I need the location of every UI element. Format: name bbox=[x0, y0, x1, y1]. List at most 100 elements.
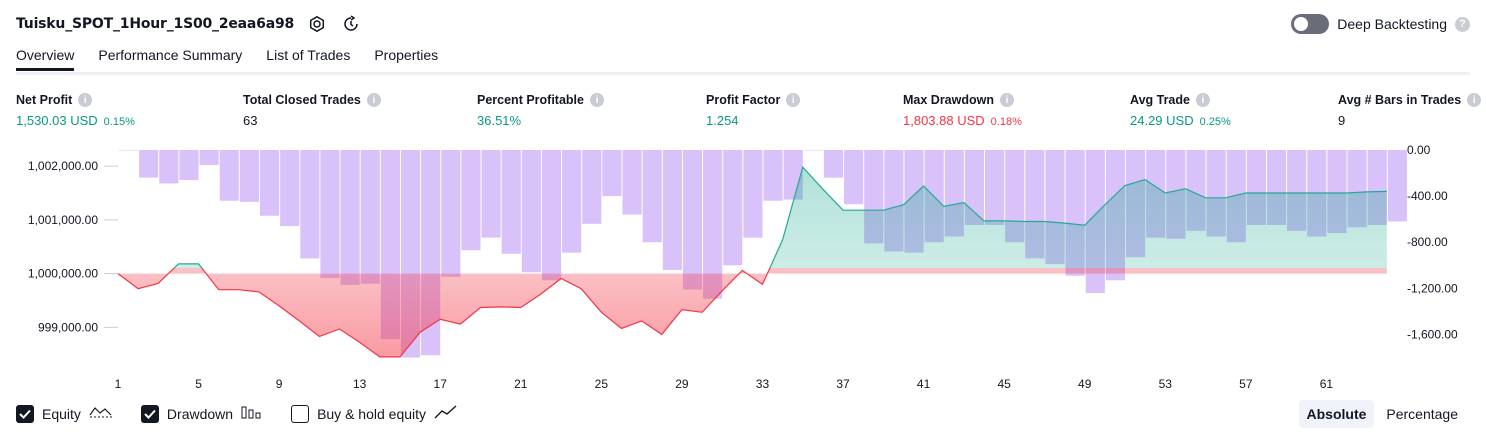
drawdown-bar bbox=[1146, 150, 1166, 238]
legend-drawdown[interactable]: Drawdown bbox=[140, 404, 263, 423]
stat-percent: 0.25% bbox=[1199, 116, 1231, 128]
drawdown-bar bbox=[1166, 150, 1186, 239]
x-axis-tick-label: 57 bbox=[1239, 377, 1253, 391]
stat-value: 36.51% bbox=[477, 113, 522, 128]
drawdown-bar bbox=[964, 150, 985, 225]
tab-bar: Overview Performance Summary List of Tra… bbox=[16, 47, 438, 71]
absolute-button[interactable]: Absolute bbox=[1298, 400, 1375, 428]
drawdown-bar bbox=[219, 150, 239, 201]
drawdown-bar bbox=[803, 150, 823, 151]
percentage-button[interactable]: Percentage bbox=[1378, 400, 1466, 428]
drawdown-bar bbox=[823, 150, 844, 178]
drawdown-bar bbox=[1327, 150, 1347, 234]
tab-performance-summary[interactable]: Performance Summary bbox=[98, 47, 242, 71]
drawdown-bar bbox=[1045, 150, 1065, 265]
info-icon[interactable]: i bbox=[1195, 93, 1210, 107]
stat-label: Net Profit bbox=[16, 93, 73, 107]
drawdown-checkbox[interactable] bbox=[140, 404, 159, 423]
drawdown-bar bbox=[682, 150, 703, 290]
drawdown-bar bbox=[421, 150, 441, 356]
info-icon[interactable]: i bbox=[1467, 93, 1482, 107]
deep-backtesting-toggle[interactable] bbox=[1291, 14, 1330, 34]
drawdown-bar bbox=[723, 150, 743, 266]
info-icon[interactable]: i bbox=[1000, 93, 1014, 107]
chart-legend: Equity Drawdown Buy & hold equity bbox=[16, 404, 458, 423]
drawdown-label: Drawdown bbox=[166, 405, 234, 422]
drawdown-bar bbox=[944, 150, 964, 237]
refresh-icon[interactable] bbox=[340, 13, 362, 35]
right-axis-tick-label: -1,200.00 bbox=[1407, 281, 1458, 295]
x-axis-tick-label: 29 bbox=[675, 377, 689, 391]
drawdown-bar bbox=[461, 150, 481, 251]
drawdown-bar bbox=[441, 150, 461, 277]
info-icon[interactable]: i bbox=[78, 93, 93, 107]
right-axis: 0.00 -400.00 -800.00 -1,200.00 -1,600.00 bbox=[1407, 143, 1458, 341]
legend-equity[interactable]: Equity bbox=[16, 404, 113, 423]
x-axis-tick-label: 21 bbox=[514, 377, 528, 391]
stat-percent-profitable: Percent Profitable i 36.51% bbox=[477, 93, 604, 128]
drawdown-bar bbox=[541, 150, 562, 281]
drawdown-bar bbox=[521, 150, 541, 273]
tab-properties[interactable]: Properties bbox=[374, 47, 438, 71]
settings-icon[interactable] bbox=[306, 13, 328, 35]
left-axis-tick-label: 999,000.00 bbox=[38, 320, 98, 334]
x-axis-tick-label: 49 bbox=[1078, 377, 1092, 391]
equity-areas bbox=[118, 167, 1387, 357]
drawdown-bar bbox=[259, 150, 280, 216]
x-axis: 1 5 9 13 17 21 25 29 33 37 41 45 49 53 57 61 bbox=[115, 377, 1334, 391]
buy-hold-checkbox[interactable] bbox=[291, 404, 310, 423]
x-axis-tick-label: 45 bbox=[997, 377, 1011, 391]
drawdown-bar bbox=[280, 150, 300, 227]
x-axis-tick-label: 9 bbox=[276, 377, 283, 391]
drawdown-bar bbox=[1307, 150, 1327, 237]
drawdown-bar bbox=[642, 150, 662, 243]
stat-value: 1.254 bbox=[706, 113, 739, 128]
drawdown-bar bbox=[1206, 150, 1226, 237]
stat-label: Max Drawdown bbox=[903, 93, 994, 107]
drawdown-bar bbox=[199, 150, 219, 165]
info-icon[interactable]: i bbox=[786, 93, 801, 107]
x-axis-tick-label: 53 bbox=[1159, 377, 1173, 391]
stat-label: Avg Trade bbox=[1130, 93, 1190, 107]
info-icon[interactable]: i bbox=[589, 93, 604, 107]
equity-checkbox[interactable] bbox=[16, 404, 34, 423]
stat-percent: 0.18% bbox=[990, 116, 1022, 128]
deep-backtesting: Deep Backtesting ? bbox=[1291, 14, 1470, 34]
tab-overview[interactable]: Overview bbox=[16, 47, 75, 71]
deep-backtesting-label: Deep Backtesting bbox=[1337, 16, 1447, 32]
tab-list-of-trades[interactable]: List of Trades bbox=[266, 47, 350, 71]
left-axis-tick-label: 1,001,000.00 bbox=[28, 213, 98, 227]
drawdown-bar bbox=[1186, 150, 1206, 231]
stat-max-drawdown: Max Drawdown i 1,803.88 USD 0.18% bbox=[903, 93, 1022, 128]
drawdown-bar bbox=[320, 150, 340, 278]
stat-net-profit: Net Profit i 1,530.03 USD 0.15% bbox=[16, 93, 135, 128]
drawdown-bar bbox=[1246, 150, 1266, 225]
report-header: Tuisku_SPOT_1Hour_1S00_2eaa6a98 bbox=[16, 14, 362, 34]
left-axis-tick-label: 1,002,000.00 bbox=[28, 159, 98, 173]
drawdown-bar bbox=[1025, 150, 1045, 259]
drawdown-bar bbox=[239, 150, 259, 202]
drawdown-bar bbox=[844, 150, 864, 205]
drawdown-bar bbox=[1105, 150, 1125, 281]
drawdown-bar bbox=[1287, 150, 1307, 231]
x-axis-tick-label: 1 bbox=[115, 377, 122, 391]
help-icon[interactable]: ? bbox=[1455, 16, 1470, 32]
x-axis-tick-label: 25 bbox=[595, 377, 609, 391]
drawdown-bar bbox=[1005, 150, 1025, 243]
buy-hold-line-icon bbox=[434, 404, 458, 423]
tab-divider bbox=[16, 72, 1470, 75]
drawdown-bar bbox=[300, 150, 320, 259]
legend-buy-hold[interactable]: Buy & hold equity bbox=[291, 404, 458, 423]
drawdown-bar bbox=[501, 150, 521, 254]
x-axis-tick-label: 13 bbox=[353, 377, 367, 391]
left-axis: 1,002,000.00 1,001,000.00 1,000,000.00 999,… bbox=[28, 159, 118, 334]
value-mode-switch: Absolute Percentage bbox=[1298, 400, 1467, 428]
drawdown-bar bbox=[622, 150, 642, 215]
drawdown-bar bbox=[119, 150, 139, 151]
drawdown-bar bbox=[380, 150, 400, 340]
stat-avg-bars: Avg # Bars in Trades i 9 bbox=[1338, 93, 1482, 128]
info-icon[interactable]: i bbox=[366, 93, 381, 107]
stat-value: 1,803.88 USD bbox=[903, 113, 985, 128]
equity-label: Equity bbox=[42, 405, 81, 422]
drawdown-bar bbox=[481, 150, 501, 238]
